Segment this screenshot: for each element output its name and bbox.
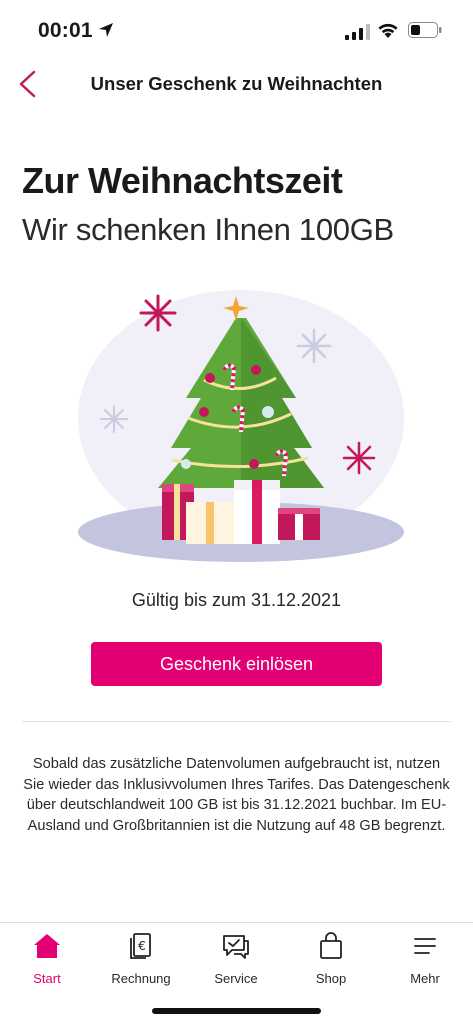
tab-start[interactable]: Start [2,931,92,987]
shopping-bag-icon [320,932,342,959]
location-arrow-icon [99,23,113,37]
christmas-tree-illustration [78,290,404,562]
hero-headline: Zur Weihnachtszeit [22,160,343,201]
tab-label-rechnung: Rechnung [111,971,171,986]
tab-label-start: Start [33,971,61,986]
home-icon [34,934,60,958]
tab-service[interactable]: Service [191,931,281,987]
battery-icon [408,22,442,38]
service-chat-icon [223,935,249,959]
menu-icon [414,938,436,954]
tab-shop[interactable]: Shop [286,931,376,987]
cellular-signal-icon [345,24,370,40]
tab-mehr[interactable]: Mehr [380,931,470,987]
status-bar: 00:01 [0,0,473,60]
info-paragraph: Sobald das zusätzliche Datenvolumen aufg… [23,756,450,834]
divider [22,721,451,722]
redeem-gift-button[interactable]: Geschenk einlösen [91,642,382,686]
tab-label-shop: Shop [315,971,347,986]
nav-bar: Unser Geschenk zu Weihnachten [0,60,473,108]
tab-label-mehr: Mehr [410,971,440,986]
wifi-icon [378,23,398,38]
tab-label-service: Service [214,971,258,986]
home-indicator [152,1008,321,1014]
page-title: Unser Geschenk zu Weihnachten [90,73,383,94]
status-time: 00:01 [38,19,93,42]
svg-text:€: € [138,939,146,953]
validity-text: Gültig bis zum 31.12.2021 [131,590,342,610]
hero-subline: Wir schenken Ihnen 100GB [22,212,394,247]
invoice-icon: € [130,933,151,959]
tab-rechnung[interactable]: € Rechnung [96,931,186,987]
